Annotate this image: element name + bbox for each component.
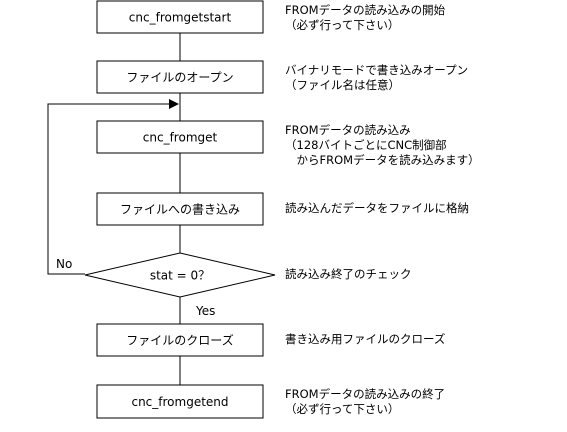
note-line: （128バイトごとにCNC制御部 (285, 138, 447, 152)
step-open-label: ファイルのオープン (126, 71, 233, 85)
note-line: （必ず行って下さい） (285, 18, 400, 32)
note-write: 読み込んだデータをファイルに格納 (285, 201, 469, 216)
note-close: 書き込み用ファイルのクローズ (285, 332, 445, 347)
note-line: FROMデータの読み込みの開始 (285, 3, 446, 17)
edge-label-no: No (56, 257, 72, 271)
note-check: 読み込み終了のチェック (285, 267, 412, 282)
step-end-label: cnc_fromgetend (131, 395, 228, 409)
step-start-label: cnc_fromgetstart (129, 11, 232, 25)
flowchart-canvas: cnc_fromgetstart ファイルのオープン cnc_fromget フ… (0, 0, 567, 432)
note-open: バイナリモードで書き込みオープン （ファイル名は任意） (285, 63, 468, 93)
step-write-label: ファイルへの書き込み (120, 203, 240, 217)
note-line: 読み込み終了のチェック (285, 267, 412, 281)
step-close-label: ファイルのクローズ (126, 333, 233, 348)
note-get: FROMデータの読み込み （128バイトごとにCNC制御部 からFROMデータを… (285, 123, 480, 168)
note-end: FROMデータの読み込みの終了 （必ず行って下さい） (285, 387, 445, 417)
edge-label-yes: Yes (195, 304, 215, 318)
note-line: （ファイル名は任意） (285, 78, 400, 92)
decision-label: stat = 0？ (150, 269, 210, 283)
note-start: FROMデータの読み込みの開始 （必ず行って下さい） (285, 3, 445, 33)
note-line: FROMデータの読み込み (285, 123, 411, 137)
note-line: 書き込み用ファイルのクローズ (285, 332, 446, 346)
flowchart-diagram: cnc_fromgetstart ファイルのオープン cnc_fromget フ… (47, 0, 276, 419)
note-line: バイナリモードで書き込みオープン (285, 63, 469, 77)
note-line: からFROMデータを読み込みます） (285, 153, 480, 167)
step-get-label: cnc_fromget (143, 131, 218, 145)
note-line: （必ず行って下さい） (285, 402, 400, 416)
note-line: 読み込んだデータをファイルに格納 (285, 201, 469, 215)
note-line: FROMデータの読み込みの終了 (285, 387, 446, 401)
